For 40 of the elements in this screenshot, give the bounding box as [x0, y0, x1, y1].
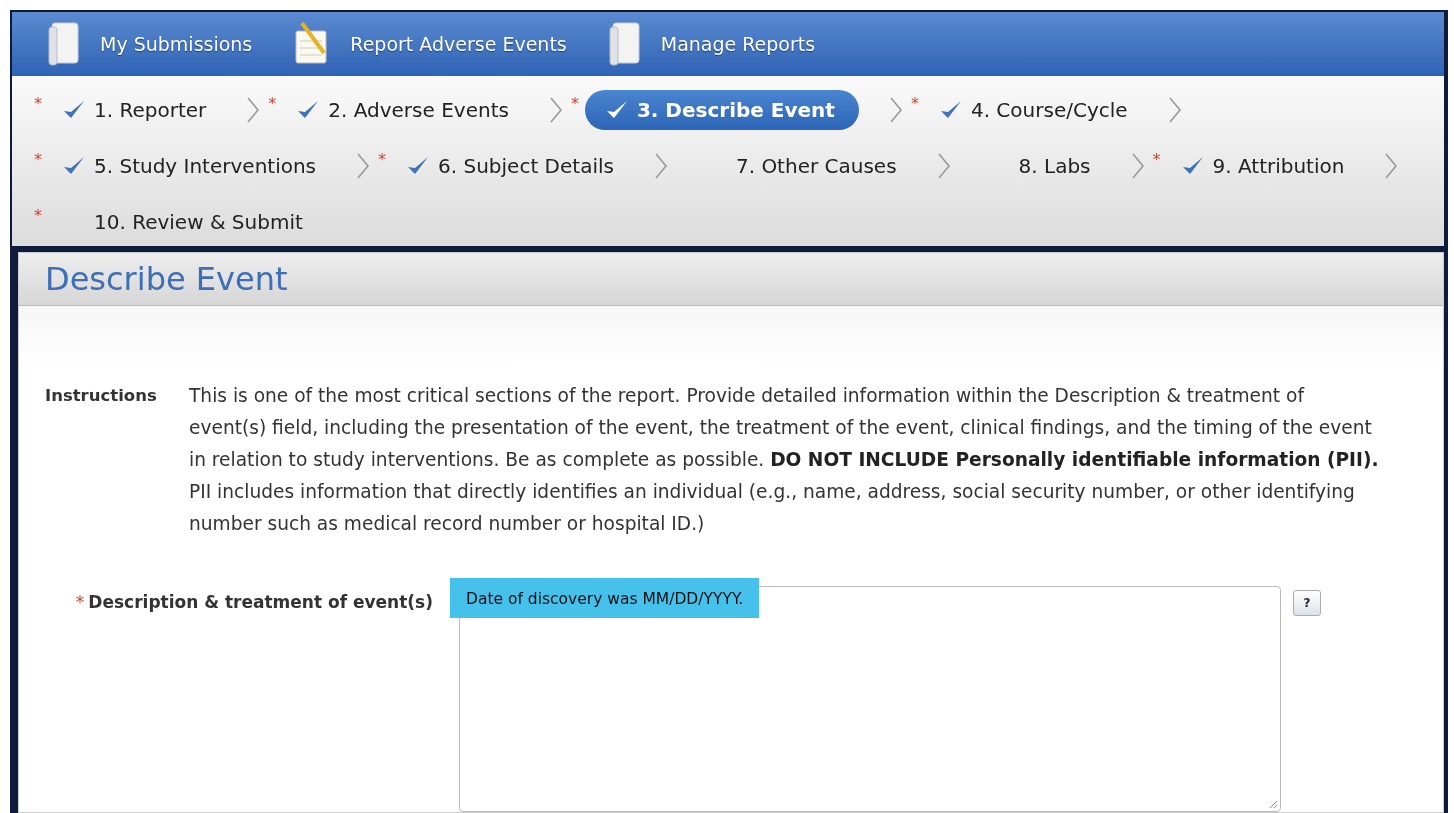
step-tab[interactable]: 10. Review & Submit [48, 204, 313, 240]
chevron-icon [936, 153, 951, 179]
chevron-icon [653, 153, 668, 179]
nav-link[interactable]: Manage Reports [660, 33, 816, 55]
chevron-icon [1130, 153, 1145, 179]
required-asterisk: * [75, 592, 85, 612]
required-asterisk: * [34, 150, 43, 169]
step-tab[interactable]: 9. Attribution [1166, 148, 1355, 184]
binder-icon [606, 21, 643, 67]
nav-link[interactable]: Report Adverse Events [350, 33, 567, 55]
required-asterisk: * [34, 206, 43, 225]
step-tab[interactable]: 7. Other Causes [689, 148, 907, 184]
binder-icon [46, 21, 82, 67]
chevron-icon [548, 97, 563, 123]
chevron-icon [246, 97, 261, 123]
resize-grip-icon[interactable] [1268, 799, 1278, 809]
step-tab[interactable]: 3. Describe Event [584, 90, 859, 130]
step-tab[interactable]: 8. Labs [972, 148, 1101, 184]
field-label: Description & treatment of event(s) [88, 592, 433, 612]
chevron-icon [1384, 153, 1399, 179]
instructions-text: This is one of the most critical sections of the report. Provide detailed information within the Description & treatment of event(s) field, including the presentation of the event, the treatment of the event, clinical findings, and the timing of the event in relation to study interventions. Be as complete as possible. DO NOT INCLUDE Personally identifiable information (PII). PII includes information that directly identifies an individual (e.g., name, address, social security number, or other identifying number such as medical record number or hospital ID.) [189, 384, 1380, 536]
chevron-icon [1167, 97, 1182, 123]
step-tab[interactable]: 1. Reporter [48, 92, 217, 128]
section-title: Describe Event [45, 260, 288, 298]
required-asterisk: * [34, 94, 43, 113]
nav-link[interactable]: My Submissions [100, 33, 253, 55]
highlight-callout: Date of discovery was MM/DD/YYYY. [450, 578, 760, 618]
required-asterisk: * [1152, 150, 1162, 169]
required-asterisk: * [910, 94, 920, 113]
required-asterisk: * [570, 94, 580, 113]
required-asterisk: * [378, 150, 388, 169]
chevron-icon [356, 153, 371, 179]
help-button[interactable]: ? [1293, 590, 1321, 616]
step-tab[interactable]: 5. Study Interventions [48, 148, 327, 184]
step-tab[interactable]: 4. Course/Cycle [924, 92, 1138, 128]
step-tab[interactable]: 2. Adverse Events [282, 92, 519, 128]
required-asterisk: * [268, 94, 278, 113]
instructions-label: Instructions [45, 385, 158, 407]
step-tab[interactable]: 6. Subject Details [392, 148, 624, 184]
chevron-icon [888, 97, 903, 123]
